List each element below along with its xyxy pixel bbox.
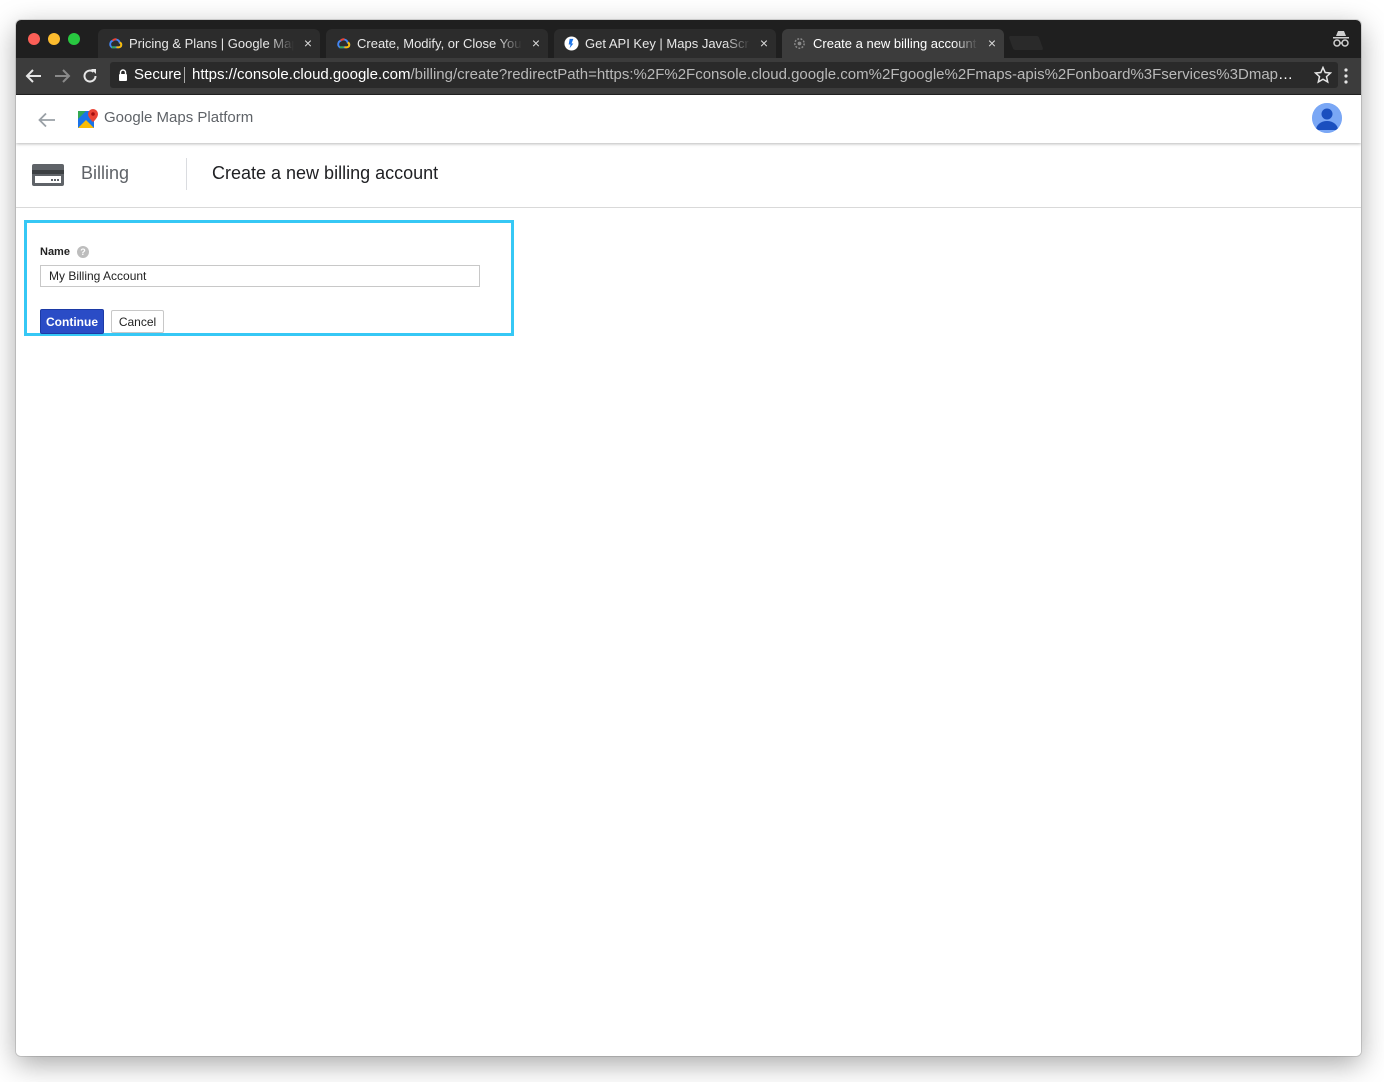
browser-tab-get-api-key[interactable]: Get API Key | Maps JavaScrip × xyxy=(554,29,776,58)
google-developers-icon xyxy=(564,36,579,51)
browser-window: Pricing & Plans | Google Maps × Create, … xyxy=(16,20,1361,1056)
tab-close-icon[interactable]: × xyxy=(988,29,996,58)
reload-icon[interactable] xyxy=(80,66,100,86)
secure-label: Secure xyxy=(134,66,182,83)
tab-title: Pricing & Plans | Google Maps xyxy=(129,36,294,51)
url-host: https://console.cloud.google.com xyxy=(192,66,411,83)
tab-title: Create, Modify, or Close Your B xyxy=(357,36,522,51)
google-maps-platform-logo-icon xyxy=(78,109,98,128)
back-arrow-icon[interactable] xyxy=(37,110,57,130)
new-tab-button[interactable] xyxy=(1008,36,1044,50)
section-header: Billing Create a new billing account xyxy=(16,144,1361,208)
app-header: Google Maps Platform xyxy=(16,95,1361,143)
lock-icon xyxy=(119,69,127,81)
person-icon xyxy=(1312,103,1342,133)
tab-close-icon[interactable]: × xyxy=(304,29,312,58)
tab-strip: Pricing & Plans | Google Maps × Create, … xyxy=(16,20,1361,58)
account-avatar[interactable] xyxy=(1312,103,1342,133)
page-content: Google Maps Platform Billing Create a ne… xyxy=(16,95,1361,1056)
cancel-button[interactable]: Cancel xyxy=(111,310,164,333)
url-text[interactable]: https://console.cloud.google.com/billing… xyxy=(192,62,1298,88)
tab-close-icon[interactable]: × xyxy=(532,29,540,58)
section-label: Billing xyxy=(81,163,130,183)
minimize-window-button[interactable] xyxy=(48,33,60,45)
incognito-icon xyxy=(1333,31,1349,47)
continue-button[interactable]: Continue xyxy=(40,309,104,334)
url-path: /billing/create?redirectPath=https:%2F%2… xyxy=(410,66,1298,83)
brand-google: Google xyxy=(104,109,153,126)
browser-toolbar: Secure https://console.cloud.google.com/… xyxy=(16,58,1361,95)
credit-card-icon xyxy=(32,164,64,186)
header-divider xyxy=(186,158,187,190)
name-field-label: Name xyxy=(40,246,70,258)
browser-tab-create-billing[interactable]: Create a new billing account - × xyxy=(782,29,1004,58)
page-title: Create a new billing account xyxy=(212,163,439,183)
forward-arrow-icon[interactable] xyxy=(52,66,72,86)
omnibox-separator xyxy=(184,67,185,83)
brand-name: Google Maps Platform xyxy=(104,109,253,126)
tab-title: Create a new billing account - xyxy=(813,36,978,51)
help-icon[interactable]: ? xyxy=(77,246,89,258)
address-bar[interactable]: Secure https://console.cloud.google.com/… xyxy=(110,62,1338,88)
google-cloud-icon xyxy=(337,38,351,49)
maximize-window-button[interactable] xyxy=(68,33,80,45)
browser-tab-pricing[interactable]: Pricing & Plans | Google Maps × xyxy=(98,29,320,58)
google-cloud-icon xyxy=(109,38,123,49)
browser-menu-icon[interactable] xyxy=(1343,67,1349,85)
tab-close-icon[interactable]: × xyxy=(760,29,768,58)
brand-product: Maps Platform xyxy=(156,109,254,126)
loading-gear-icon xyxy=(794,38,805,49)
billing-account-name-input[interactable] xyxy=(40,265,480,287)
close-window-button[interactable] xyxy=(28,33,40,45)
tab-title: Get API Key | Maps JavaScrip xyxy=(585,36,750,51)
browser-tab-create-modify[interactable]: Create, Modify, or Close Your B × xyxy=(326,29,548,58)
bookmark-star-icon[interactable] xyxy=(1314,66,1332,84)
back-arrow-icon[interactable] xyxy=(24,66,44,86)
